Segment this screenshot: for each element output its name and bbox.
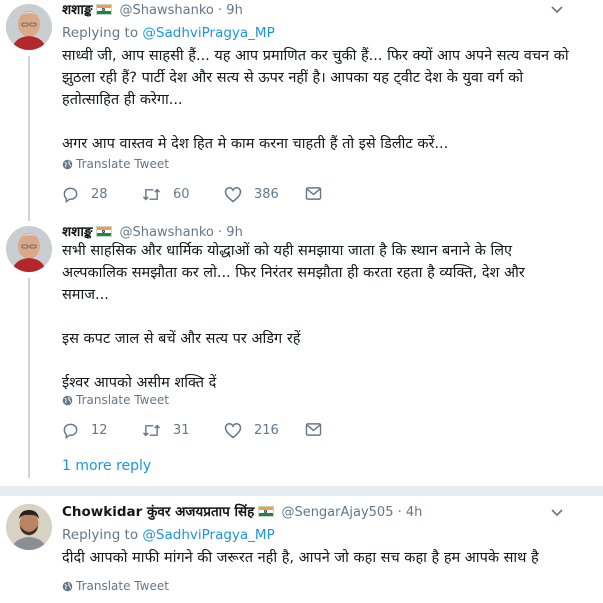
like-icon bbox=[224, 187, 242, 203]
avatar[interactable] bbox=[6, 504, 52, 550]
user-handle[interactable]: @Shawshanko bbox=[120, 3, 214, 18]
like-count: 386 bbox=[254, 187, 279, 202]
tweet-3: Chowkidar कुंवर अजयप्रताप सिंह @SengarAj… bbox=[0, 496, 603, 603]
replying-prefix: Replying to bbox=[62, 25, 139, 41]
translate-label: Translate Tweet bbox=[76, 157, 169, 171]
replying-to-link[interactable]: @SadhviPragya_MP bbox=[142, 527, 274, 543]
separator-dot: · bbox=[218, 225, 223, 240]
separator-dot: · bbox=[397, 505, 402, 520]
timestamp[interactable]: 4h bbox=[406, 505, 423, 520]
tweet-header: शशाङ्क @Shawshanko · 9h bbox=[62, 2, 243, 19]
replying-to: Replying to @SadhviPragya_MP bbox=[62, 527, 275, 543]
retweet-count: 31 bbox=[173, 423, 190, 438]
timestamp[interactable]: 9h bbox=[226, 3, 243, 18]
tweet-text: साध्वी जी, आप साहसी हैं... यह आप प्रमाणि… bbox=[62, 48, 569, 152]
chevron-down-icon[interactable] bbox=[551, 6, 563, 14]
india-flag-icon bbox=[96, 226, 113, 237]
retweet-icon bbox=[142, 424, 161, 437]
translate-tweet[interactable]: Translate Tweet bbox=[62, 157, 169, 171]
direct-message-button[interactable] bbox=[305, 186, 334, 201]
replying-to: Replying to @SadhviPragya_MP bbox=[62, 25, 275, 41]
direct-message-icon bbox=[305, 187, 322, 200]
chevron-down-icon[interactable] bbox=[551, 509, 563, 517]
like-icon bbox=[224, 423, 242, 439]
retweet-icon bbox=[142, 188, 161, 201]
avatar-image bbox=[6, 226, 52, 272]
display-name[interactable]: शशाङ्क bbox=[62, 2, 92, 18]
reply-button[interactable]: 12 bbox=[62, 422, 108, 439]
tweet-1: शशाङ्क @Shawshanko · 9h Replying to @Sad… bbox=[0, 0, 603, 221]
replying-prefix: Replying to bbox=[62, 527, 139, 543]
india-flag-icon bbox=[258, 506, 275, 517]
timestamp[interactable]: 9h bbox=[226, 225, 243, 240]
india-flag-icon bbox=[96, 4, 113, 15]
conversation-divider bbox=[0, 486, 603, 496]
translate-label: Translate Tweet bbox=[76, 393, 169, 407]
show-more-replies-link[interactable]: 1 more reply bbox=[62, 458, 151, 474]
retweet-button[interactable]: 31 bbox=[142, 422, 190, 439]
tweet-actions: 12 31 216 bbox=[62, 422, 462, 444]
like-button[interactable]: 216 bbox=[224, 422, 279, 439]
tweet-actions: 28 60 386 bbox=[62, 186, 462, 208]
tweet-header: शशाङ्क @Shawshanko · 9h bbox=[62, 224, 243, 241]
like-button[interactable]: 386 bbox=[224, 186, 279, 203]
translate-tweet[interactable]: Translate Tweet bbox=[62, 579, 169, 593]
reply-icon bbox=[63, 423, 78, 439]
direct-message-icon bbox=[305, 423, 322, 436]
tweet-text: दीदी आपको माफी मांगने की जरूरत नही है, आ… bbox=[62, 550, 539, 566]
translate-tweet[interactable]: Translate Tweet bbox=[62, 393, 169, 407]
like-count: 216 bbox=[254, 423, 279, 438]
tweet-text: सभी साहसिक और धार्मिक योद्धाओं को यही सम… bbox=[62, 243, 525, 391]
reply-count: 28 bbox=[91, 187, 108, 202]
tweet-2: शशाङ्क @Shawshanko · 9h सभी साहसिक और धा… bbox=[0, 222, 603, 480]
display-name[interactable]: Chowkidar कुंवर अजयप्रताप सिंह bbox=[62, 504, 254, 520]
separator-dot: · bbox=[218, 3, 223, 18]
globe-icon bbox=[62, 395, 73, 406]
avatar-image bbox=[6, 504, 52, 550]
reply-button[interactable]: 28 bbox=[62, 186, 108, 203]
tweet-header: Chowkidar कुंवर अजयप्रताप सिंह @SengarAj… bbox=[62, 504, 422, 521]
thread-line bbox=[28, 56, 30, 221]
globe-icon bbox=[62, 159, 73, 170]
retweet-count: 60 bbox=[173, 187, 190, 202]
avatar-image bbox=[6, 4, 52, 50]
retweet-button[interactable]: 60 bbox=[142, 186, 190, 203]
display-name[interactable]: शशाङ्क bbox=[62, 224, 92, 240]
globe-icon bbox=[62, 581, 73, 592]
avatar[interactable] bbox=[6, 226, 52, 272]
avatar[interactable] bbox=[6, 4, 52, 50]
reply-icon bbox=[63, 187, 78, 203]
reply-count: 12 bbox=[91, 423, 108, 438]
user-handle[interactable]: @SengarAjay505 bbox=[281, 505, 393, 520]
user-handle[interactable]: @Shawshanko bbox=[120, 225, 214, 240]
replying-to-link[interactable]: @SadhviPragya_MP bbox=[142, 25, 274, 41]
direct-message-button[interactable] bbox=[305, 422, 334, 437]
thread-line bbox=[28, 278, 30, 478]
translate-label: Translate Tweet bbox=[76, 579, 169, 593]
